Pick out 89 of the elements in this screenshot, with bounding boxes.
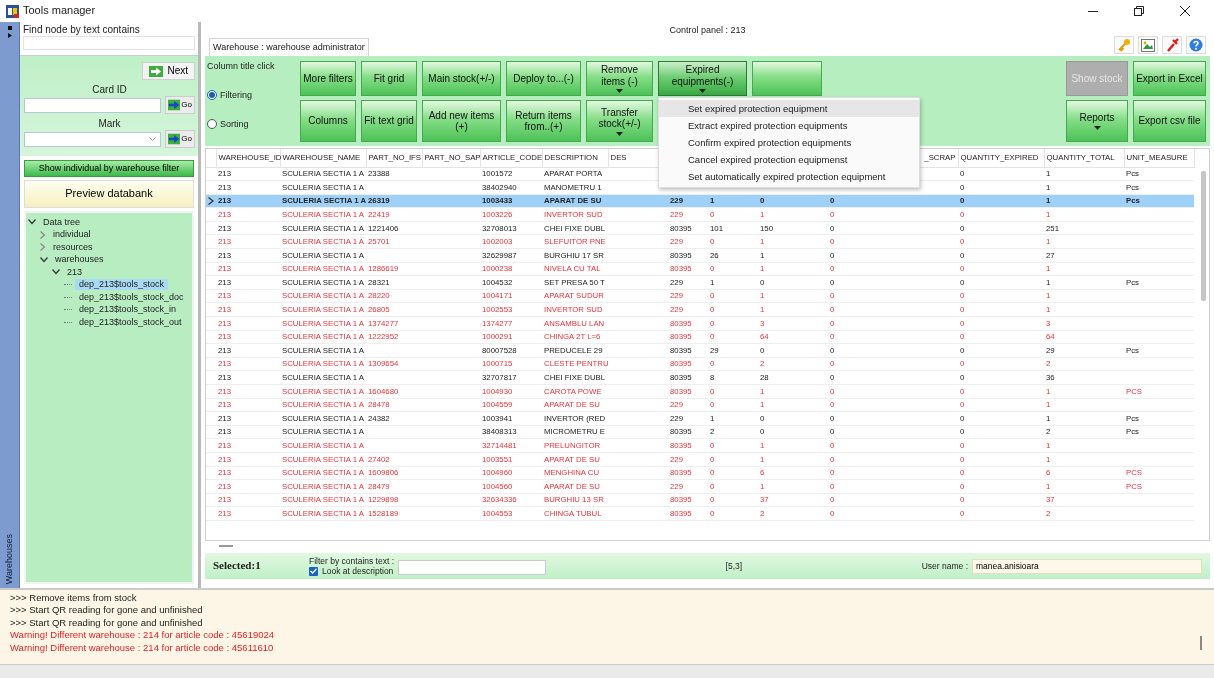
go-button[interactable]: Go [165,130,195,148]
cell-position: [5,3] [725,560,743,571]
collapse-icon[interactable] [52,269,60,276]
expand-icon[interactable] [40,243,46,252]
checkmark-icon [310,568,317,575]
username-field[interactable]: manea.anisioara [972,558,1202,574]
scrollbar-thumb[interactable] [1200,636,1202,650]
caret-icon [699,89,706,93]
log-line: >>> Remove items from stock [10,592,137,605]
field-label: Card ID [91,84,128,96]
preview-button[interactable]: Preview databank [24,180,194,208]
radio-option[interactable]: Filtering [207,89,295,101]
toolbar-button[interactable]: Transfer stock(+/-) [586,100,653,142]
tree-item[interactable]: dep_213$tools_stock [75,279,169,291]
log-line: Warning! Different warehouse : 214 for article code : 45619024 [10,629,275,642]
menu-item[interactable]: Extract expired protection equipments [659,117,919,134]
tree-item[interactable]: individual [49,229,95,241]
toolbar-button[interactable]: Columns [300,100,356,142]
next-button[interactable]: Next [142,62,195,80]
side-tab-label[interactable]: Warehouses [4,533,15,584]
help-icon [1189,38,1203,52]
selection-count: Selected:1 [213,559,262,573]
key-icon [1117,38,1131,52]
app-icon [6,4,19,18]
filter-button[interactable]: Show individual by warehouse filter [24,160,194,177]
checkbox-label[interactable]: Look at description [322,566,394,577]
log-line: >>> Start QR reading for gone and unfinished [10,604,203,617]
filter-field[interactable] [398,560,547,575]
toolbar-button[interactable]: Fit grid [361,61,417,96]
scrollbar-thumb[interactable] [219,545,233,547]
checkbox[interactable] [309,566,318,576]
input-field[interactable] [24,97,161,113]
row-pointer-icon [208,197,214,206]
tree-item[interactable]: dep_213$tools_stock_out [75,316,186,328]
toolbar-button[interactable]: More filters [300,61,356,96]
radio-option[interactable]: Sorting [207,118,295,130]
arrow-icon [149,65,164,77]
restore-icon [1134,6,1144,16]
tab[interactable]: Warehouse : warehouse administrator [209,38,369,56]
field-label: Mark [97,118,122,130]
close-icon [1180,6,1190,16]
caret-icon [616,131,623,136]
toolbar-button[interactable]: Remove items (-) [586,61,653,96]
toolbar-button[interactable]: Export in Excel [1133,61,1206,96]
key-button[interactable] [1114,36,1134,54]
menu-item[interactable]: Confirm expired protection equipments [659,134,919,151]
field-label: Find node by text contains [23,24,141,36]
toolbar-button[interactable]: Main stock(+/-) [422,61,501,96]
toolbar-button[interactable]: Return items from..(+) [506,100,581,142]
toolbar-button[interactable]: Add new items (+) [422,100,501,142]
panel-title: Control panel : 213 [668,24,747,34]
menu-item[interactable]: Set automatically expired protection equipment [659,168,919,185]
help-button[interactable] [1186,36,1206,54]
log-line: >>> Start QR reading for gone and unfinished [10,616,203,630]
image-icon [1141,38,1155,52]
go-button[interactable]: Go [165,96,195,114]
toolbar-button[interactable]: Deploy to...(-) [506,61,581,96]
image-button[interactable] [1138,36,1158,54]
tree-item[interactable]: warehouses [51,254,108,266]
wrench-icon [1165,38,1179,52]
scrollbar-thumb[interactable] [1201,171,1206,301]
caret-icon [1093,125,1101,130]
window-title: Tools manager [23,4,96,18]
field-label: Filter by contains text : [309,555,395,566]
menu-item[interactable]: Cancel expired protection equipmenst [659,151,919,168]
chevron-icon [149,136,156,142]
toolbar-button[interactable]: Reports [1066,100,1128,142]
toolbar-button[interactable]: Expired equipments(-) [658,61,747,96]
toolbar-button[interactable] [752,61,822,96]
toolbar-button[interactable]: Fit text grid [361,100,417,142]
arrow-icon [168,133,181,145]
wrench-button[interactable] [1162,36,1182,54]
tree-item[interactable]: Data tree [39,216,85,228]
collapse-icon[interactable] [28,219,36,226]
tree-item[interactable]: dep_213$tools_stock_doc [75,291,188,303]
dropdown-field[interactable] [24,131,161,147]
search-field[interactable] [23,36,195,50]
group-label: Column title click [207,61,276,72]
tree-item[interactable]: resources [49,241,97,253]
caret-icon [616,89,623,93]
menu-item[interactable]: Set expired protection equipment [659,100,919,117]
arrow-icon [168,99,181,111]
log-line: Warning! Different warehouse : 214 for article code : 45611610 [10,641,274,654]
toolbar-button[interactable]: Export csv file [1133,100,1206,142]
collapse-icon[interactable] [40,256,48,263]
tree-item[interactable]: dep_213$tools_stock_in [75,304,181,316]
field-label: User name : [921,560,968,572]
tree-item[interactable]: 213 [63,266,87,278]
expand-icon[interactable] [40,230,46,239]
